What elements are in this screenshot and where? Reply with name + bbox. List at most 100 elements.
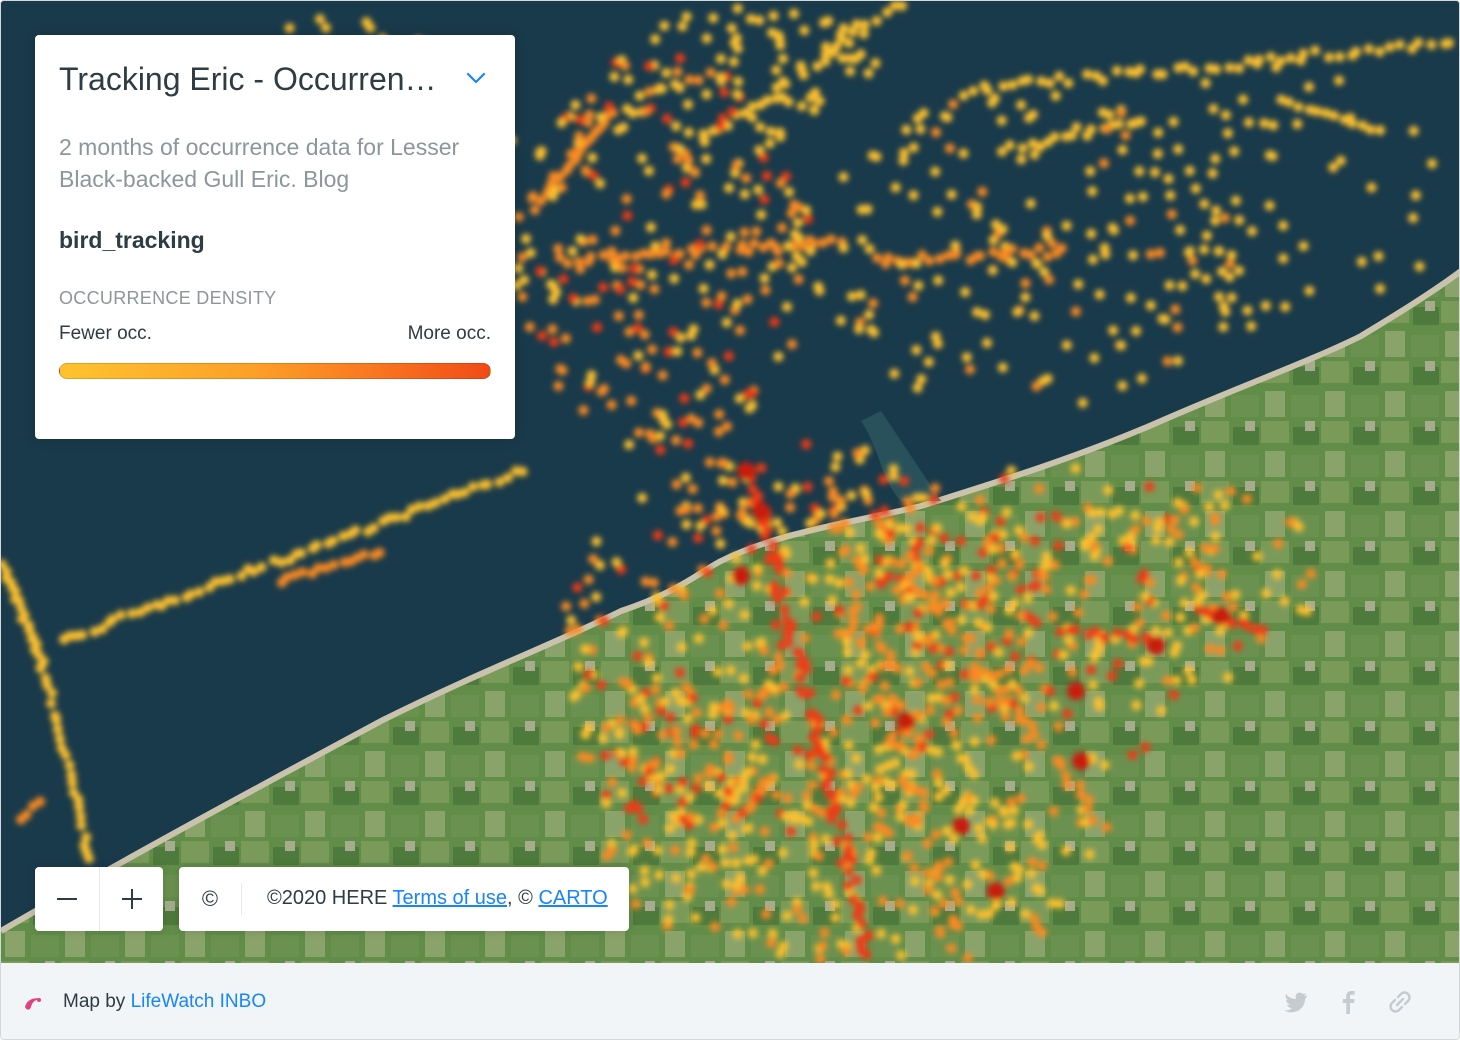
- facebook-icon[interactable]: [1333, 987, 1363, 1017]
- occurrence-point: [721, 800, 732, 811]
- occurrence-point: [964, 805, 975, 816]
- occurrence-point: [1211, 64, 1222, 75]
- occurrence-point: [595, 112, 606, 123]
- occurrence-point: [785, 826, 796, 837]
- occurrence-point: [1230, 195, 1241, 206]
- occurrence-point: [752, 698, 762, 709]
- occurrence-point: [728, 56, 739, 67]
- occurrence-point: [1141, 515, 1152, 526]
- occurrence-point: [1126, 535, 1137, 546]
- occurrence-point: [843, 866, 854, 877]
- occurrence-point: [1062, 708, 1073, 719]
- occurrence-point: [786, 262, 797, 273]
- occurrence-point: [633, 350, 644, 361]
- occurrence-point: [872, 694, 883, 705]
- occurrence-point: [663, 914, 674, 925]
- occurrence-point: [745, 13, 756, 24]
- occurrence-point: [583, 574, 594, 585]
- occurrence-point: [1375, 283, 1386, 294]
- occurrence-point: [650, 34, 661, 45]
- occurrence-point: [598, 733, 608, 744]
- occurrence-point: [634, 427, 644, 438]
- occurrence-point: [755, 122, 766, 133]
- zoom-out-button[interactable]: [35, 867, 99, 931]
- occurrence-point: [1268, 120, 1279, 131]
- occurrence-point: [827, 595, 838, 606]
- occurrence-point: [1061, 845, 1071, 856]
- occurrence-point: [52, 724, 63, 735]
- occurrence-point: [726, 268, 737, 279]
- occurrence-point: [985, 604, 996, 614]
- occurrence-point: [1179, 598, 1190, 608]
- occurrence-point: [946, 625, 957, 636]
- occurrence-point: [725, 231, 736, 242]
- legend-high-label: More occ.: [407, 323, 491, 344]
- occurrence-point: [654, 869, 665, 880]
- occurrence-point: [1165, 190, 1176, 201]
- carto-link[interactable]: CARTO: [538, 887, 607, 909]
- occurrence-point: [1014, 705, 1025, 716]
- occurrence-point: [296, 548, 307, 558]
- occurrence-point: [613, 125, 624, 135]
- occurrence-point: [737, 462, 755, 480]
- occurrence-point: [907, 750, 918, 760]
- occurrence-point: [1061, 220, 1072, 231]
- occurrence-point: [650, 684, 661, 695]
- occurrence-point: [1054, 71, 1065, 82]
- occurrence-point: [838, 23, 849, 34]
- occurrence-point: [596, 680, 607, 690]
- occurrence-point: [1047, 611, 1058, 622]
- occurrence-point: [717, 818, 728, 829]
- occurrence-point: [753, 184, 764, 195]
- occurrence-point: [735, 873, 746, 884]
- occurrence-point: [1011, 750, 1022, 761]
- occurrence-point: [622, 210, 633, 221]
- occurrence-point: [1145, 249, 1156, 260]
- occurrence-point: [1134, 678, 1145, 689]
- occurrence-point: [662, 113, 672, 124]
- zoom-in-button[interactable]: [99, 867, 163, 931]
- copyright-icon[interactable]: ©: [179, 867, 241, 931]
- occurrence-point: [688, 324, 699, 335]
- occurrence-point: [548, 171, 559, 181]
- occurrence-point: [35, 663, 46, 674]
- occurrence-point: [1067, 682, 1085, 700]
- occurrence-point: [698, 283, 709, 294]
- terms-link[interactable]: Terms of use: [393, 887, 507, 909]
- occurrence-point: [977, 833, 988, 844]
- occurrence-point: [683, 155, 694, 166]
- link-icon[interactable]: [1385, 987, 1415, 1017]
- occurrence-point: [708, 701, 719, 712]
- occurrence-point: [711, 511, 722, 522]
- occurrence-point: [1058, 650, 1069, 661]
- occurrence-point: [649, 284, 660, 295]
- occurrence-point: [1154, 247, 1165, 258]
- occurrence-point: [971, 209, 982, 220]
- occurrence-point: [1037, 569, 1048, 580]
- occurrence-point: [615, 284, 626, 295]
- occurrence-point: [658, 601, 669, 611]
- occurrence-point: [715, 53, 726, 64]
- occurrence-point: [923, 357, 934, 367]
- occurrence-point: [691, 783, 702, 794]
- occurrence-point: [700, 728, 711, 739]
- occurrence-point: [792, 745, 803, 756]
- occurrence-point: [1208, 103, 1219, 114]
- occurrence-point: [1025, 198, 1036, 209]
- occurrence-point: [868, 671, 879, 682]
- occurrence-point: [1014, 525, 1025, 536]
- chevron-down-icon[interactable]: [461, 63, 491, 93]
- occurrence-point: [899, 275, 910, 286]
- occurrence-point: [1107, 670, 1117, 681]
- occurrence-point: [1029, 311, 1040, 321]
- occurrence-point: [674, 667, 685, 678]
- occurrence-point: [1191, 582, 1202, 593]
- occurrence-point: [623, 679, 634, 690]
- occurrence-point: [1012, 872, 1023, 883]
- occurrence-point: [785, 502, 796, 513]
- author-link[interactable]: LifeWatch INBO: [131, 991, 267, 1012]
- twitter-icon[interactable]: [1281, 987, 1311, 1017]
- occurrence-point: [986, 735, 997, 746]
- occurrence-point: [739, 884, 750, 895]
- occurrence-point: [617, 788, 628, 798]
